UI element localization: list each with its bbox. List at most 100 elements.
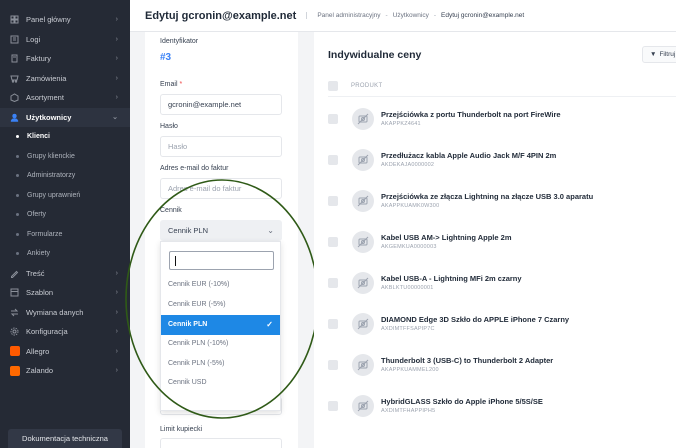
- sidebar-item-label: Treść: [26, 268, 45, 278]
- credit-limit-label: Limit kupiecki: [160, 426, 203, 433]
- invoice-icon: [10, 54, 19, 63]
- sidebar-subitem-label: Ankiety: [27, 250, 50, 258]
- settings-icon: [10, 327, 19, 336]
- bullet-icon: [16, 213, 19, 217]
- row-checkbox[interactable]: [328, 359, 338, 370]
- filter-label: Filtruj: [659, 51, 676, 58]
- product-name[interactable]: HybridGLASS Szkło do Apple iPhone 5/5S/S…: [381, 397, 543, 406]
- product-name[interactable]: Thunderbolt 3 (USB-C) to Thunderbolt 2 A…: [381, 356, 553, 365]
- sidebar-subitem-forms[interactable]: Formularze: [0, 225, 130, 245]
- sidebar-item-label: Zalando: [26, 366, 54, 376]
- table-row[interactable]: Kabel USB-A - Lightning MFi 2m czarny AKB…: [328, 262, 676, 303]
- table-row[interactable]: Przedłużacz kabla Apple Audio Jack M/F 4…: [328, 139, 676, 180]
- template-icon: [10, 288, 19, 297]
- row-checkbox[interactable]: [328, 236, 338, 247]
- column-header-product: PRODUKT: [351, 82, 383, 89]
- sidebar-subitem-label: Oferty: [27, 211, 47, 219]
- credit-limit-field[interactable]: [160, 438, 282, 448]
- sidebar-item-dashboard[interactable]: Panel główny ›: [0, 10, 130, 30]
- sidebar-item-label: Panel główny: [26, 15, 71, 25]
- sidebar-item-orders[interactable]: Zamówienia ›: [0, 69, 130, 89]
- table-row[interactable]: HybridGLASS Szkło do Apple iPhone 5/5S/S…: [328, 385, 676, 426]
- product-name[interactable]: DIAMOND Edge 3D Szkło do APPLE iPhone 7 …: [381, 315, 569, 324]
- data-exchange-icon: [10, 308, 19, 317]
- table-row[interactable]: Kabel USB AM-> Lightning Apple 2m AKGEMKU…: [328, 221, 676, 262]
- row-checkbox[interactable]: [328, 277, 338, 288]
- sidebar-item-invoices[interactable]: Faktury ›: [0, 49, 130, 69]
- sidebar-item-settings[interactable]: Konfiguracja ›: [0, 322, 130, 342]
- product-name[interactable]: Przejściówka z portu Thunderbolt na port…: [381, 110, 561, 119]
- chevron-down-icon: ⌄: [112, 114, 118, 122]
- product-info: Thunderbolt 3 (USB-C) to Thunderbolt 2 A…: [381, 356, 553, 373]
- row-checkbox[interactable]: [328, 113, 338, 124]
- sidebar-item-users[interactable]: Użytkownicy ⌄: [0, 107, 130, 127]
- sidebar-item-label: Asortyment: [26, 93, 64, 103]
- product-name[interactable]: Kabel USB-A - Lightning MFi 2m czarny: [381, 274, 522, 283]
- password-label: Hasło: [160, 123, 178, 130]
- product-sku: AKAPPKUAMK0W300: [381, 203, 440, 209]
- product-sku: AKAPPKZ4641: [381, 121, 421, 127]
- sidebar-item-logs[interactable]: Logi ›: [0, 30, 130, 50]
- table-row[interactable]: Przejściówka z portu Thunderbolt na port…: [328, 98, 676, 139]
- chevron-right-icon: ›: [115, 308, 118, 316]
- sidebar-item-zalando[interactable]: Zalando ›: [0, 361, 130, 381]
- password-field[interactable]: Hasło: [160, 136, 282, 157]
- product-sku: AXDIMTFHAPPIPH5: [381, 408, 436, 414]
- product-sku: AKAPPKUAMMEL200: [381, 367, 439, 373]
- email-label: Email *: [160, 81, 182, 88]
- table-row[interactable]: Thunderbolt 3 (USB-C) to Thunderbolt 2 A…: [328, 344, 676, 385]
- select-all-checkbox[interactable]: [328, 80, 338, 91]
- sidebar-item-label: Konfiguracja: [26, 327, 68, 337]
- sidebar-subitem-clients[interactable]: Klienci: [0, 127, 130, 147]
- sidebar-item-content[interactable]: Treść ›: [0, 264, 130, 284]
- row-checkbox[interactable]: [328, 154, 338, 165]
- sidebar-subitem-offers[interactable]: Oferty: [0, 205, 130, 225]
- sidebar-subitem-label: Formularze: [27, 230, 63, 238]
- sidebar-subitem-label: Grupy uprawnień: [27, 191, 81, 199]
- bullet-icon: [16, 193, 19, 197]
- bullet-icon: [16, 232, 19, 236]
- sidebar-item-assortment[interactable]: Asortyment ›: [0, 88, 130, 108]
- prices-title: Indywidualne ceny: [328, 49, 422, 61]
- chevron-right-icon: ›: [115, 94, 118, 102]
- sidebar-item-label: Użytkownicy: [26, 112, 72, 122]
- product-name[interactable]: Przejściówka ze złącza Lightning na złąc…: [381, 192, 593, 201]
- log-icon: [10, 35, 19, 44]
- breadcrumb-separator: -: [433, 12, 437, 19]
- technical-docs-button[interactable]: Dokumentacja techniczna: [8, 429, 122, 448]
- product-name[interactable]: Kabel USB AM-> Lightning Apple 2m: [381, 233, 512, 242]
- page-title: Edytuj gcronin@example.net: [145, 9, 297, 22]
- sidebar-subitem-client-groups[interactable]: Grupy klienckie: [0, 147, 130, 167]
- sidebar-subitem-administrators[interactable]: Administratorzy: [0, 166, 130, 186]
- filter-button[interactable]: ▼ Filtruj: [642, 46, 676, 63]
- no-image-icon: [352, 271, 374, 294]
- id-value: #3: [160, 52, 172, 63]
- row-checkbox[interactable]: [328, 195, 338, 206]
- row-checkbox[interactable]: [328, 400, 338, 411]
- sidebar-subitem-label: Klienci: [27, 133, 50, 141]
- email-field[interactable]: gcronin@example.net: [160, 94, 282, 115]
- sidebar-subitem-surveys[interactable]: Ankiety: [0, 244, 130, 264]
- sidebar-subitem-permission-groups[interactable]: Grupy uprawnień: [0, 186, 130, 206]
- content-icon: [10, 269, 19, 278]
- sidebar-item-data-exchange[interactable]: Wymiana danych ›: [0, 303, 130, 323]
- row-checkbox[interactable]: [328, 318, 338, 329]
- product-name[interactable]: Przedłużacz kabla Apple Audio Jack M/F 4…: [381, 151, 556, 160]
- no-image-icon: [352, 312, 374, 335]
- table-row[interactable]: Przejściówka ze złącza Lightning na złąc…: [328, 180, 676, 221]
- product-sku: AKBLKTU00000001: [381, 285, 434, 291]
- sidebar-item-allegro[interactable]: Allegro ›: [0, 342, 130, 362]
- highlight-ellipse: [125, 179, 319, 419]
- product-sku: AKGEMKUA0000003: [381, 244, 437, 250]
- top-bar: Edytuj gcronin@example.net Panel adminis…: [130, 0, 676, 32]
- product-info: Przejściówka ze złącza Lightning na złąc…: [381, 192, 593, 209]
- breadcrumb-item[interactable]: Użytkownicy: [393, 12, 429, 19]
- table-row[interactable]: DIAMOND Edge 3D Szkło do APPLE iPhone 7 …: [328, 303, 676, 344]
- breadcrumb-item[interactable]: Panel administracyjny: [317, 12, 380, 19]
- product-info: Przedłużacz kabla Apple Audio Jack M/F 4…: [381, 151, 556, 168]
- product-info: Kabel USB-A - Lightning MFi 2m czarny AKB…: [381, 274, 522, 291]
- sidebar-item-template[interactable]: Szablon ›: [0, 283, 130, 303]
- bullet-icon: [16, 135, 19, 139]
- invoice-email-label: Adres e-mail do faktur: [160, 165, 229, 172]
- breadcrumb-separator: -: [385, 12, 388, 19]
